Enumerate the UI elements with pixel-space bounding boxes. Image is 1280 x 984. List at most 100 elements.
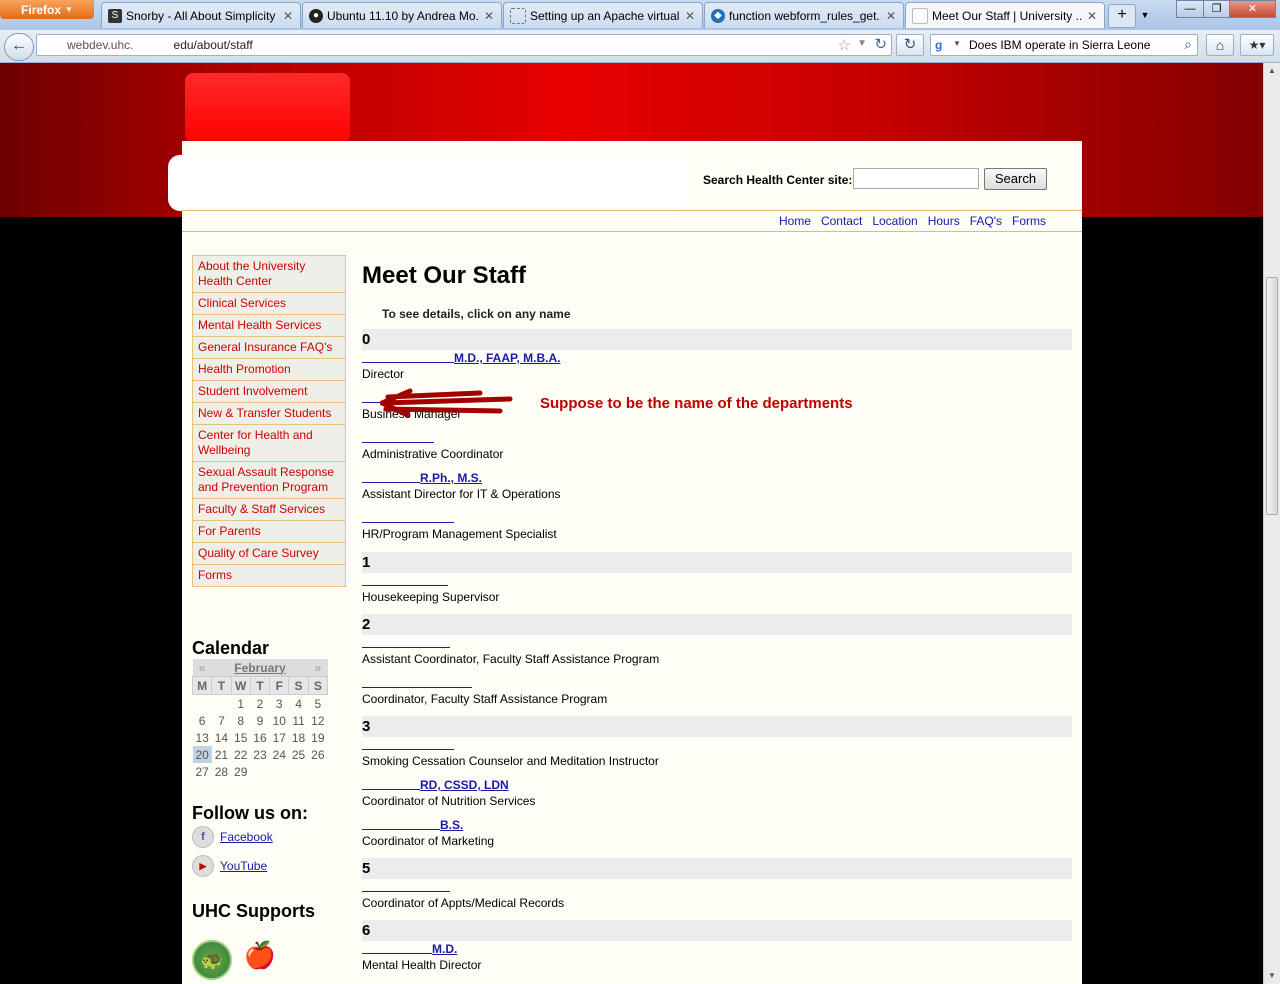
calendar-day[interactable]: 17: [270, 729, 289, 746]
sidebar-item-center-wellbeing[interactable]: Center for Health and Wellbeing: [193, 425, 345, 462]
maximize-button[interactable]: ❐: [1203, 0, 1230, 18]
sidebar-item-insurance-faqs[interactable]: General Insurance FAQ's: [193, 337, 345, 359]
sidebar-item-faculty-staff[interactable]: Faculty & Staff Services: [193, 499, 345, 521]
tab-webform[interactable]: ◆ function webform_rules_get... ✕: [704, 2, 904, 28]
window-close-button[interactable]: ✕: [1229, 0, 1276, 18]
calendar-day[interactable]: 26: [308, 746, 327, 763]
calendar-month-link[interactable]: February: [211, 659, 309, 677]
calendar-day[interactable]: 11: [289, 712, 308, 729]
turtle-logo-icon[interactable]: 🐢: [192, 940, 232, 980]
calendar-day[interactable]: 6: [193, 712, 212, 729]
web-search-text[interactable]: Does IBM operate in Sierra Leone: [969, 38, 1150, 52]
nav-home[interactable]: Home: [779, 214, 811, 228]
back-button[interactable]: ←: [4, 33, 34, 61]
calendar-day[interactable]: 2: [250, 695, 269, 713]
site-identity-icon[interactable]: [41, 37, 59, 53]
calendar-day[interactable]: 3: [270, 695, 289, 713]
calendar-day[interactable]: 16: [250, 729, 269, 746]
tab-list-dropdown-icon[interactable]: ▼: [1137, 4, 1153, 26]
nav-location[interactable]: Location: [872, 214, 917, 228]
sidebar-item-clinical-services[interactable]: Clinical Services: [193, 293, 345, 315]
site-search-input[interactable]: [853, 168, 979, 189]
staff-name-link[interactable]: [362, 676, 472, 690]
calendar-day[interactable]: 25: [289, 746, 308, 763]
nav-forms[interactable]: Forms: [1012, 214, 1046, 228]
calendar-day[interactable]: 13: [193, 729, 212, 746]
minimize-button[interactable]: —: [1176, 0, 1204, 18]
calendar-day[interactable]: 4: [289, 695, 308, 713]
search-engine-dropdown-icon[interactable]: ▼: [953, 39, 961, 48]
url-reload-icon[interactable]: ↻: [874, 35, 887, 53]
staff-name-link[interactable]: B.S.: [362, 818, 463, 832]
staff-name-link[interactable]: R.Ph., M.S.: [362, 471, 482, 485]
url-bar[interactable]: webdev.uhc. edu/about/staff ☆ ▼ ↻: [36, 34, 892, 56]
staff-name-link[interactable]: RD, CSSD, LDN: [362, 778, 509, 792]
calendar-day[interactable]: 18: [289, 729, 308, 746]
staff-name-link[interactable]: M.D.: [362, 942, 457, 956]
nav-hours[interactable]: Hours: [928, 214, 960, 228]
sidebar-item-sexual-assault[interactable]: Sexual Assault Response and Prevention P…: [193, 462, 345, 499]
calendar-day[interactable]: 27: [193, 763, 212, 780]
calendar-day[interactable]: 8: [231, 712, 250, 729]
sidebar-item-for-parents[interactable]: For Parents: [193, 521, 345, 543]
calendar-day[interactable]: 21: [212, 746, 231, 763]
calendar-day[interactable]: 22: [231, 746, 250, 763]
nav-faqs[interactable]: FAQ's: [970, 214, 1002, 228]
facebook-link[interactable]: Facebook: [220, 830, 273, 844]
tab-snorby[interactable]: S Snorby - All About Simplicity ✕: [101, 2, 301, 28]
calendar-day[interactable]: 24: [270, 746, 289, 763]
web-search-field[interactable]: g ▼ Does IBM operate in Sierra Leone ⌕: [930, 34, 1198, 56]
google-icon[interactable]: g: [935, 38, 951, 52]
sidebar-item-student-involvement[interactable]: Student Involvement: [193, 381, 345, 403]
calendar-day[interactable]: 19: [308, 729, 327, 746]
scroll-up-icon[interactable]: ▲: [1264, 63, 1280, 79]
sidebar-item-about[interactable]: About the University Health Center: [193, 256, 345, 293]
sidebar-item-quality-survey[interactable]: Quality of Care Survey: [193, 543, 345, 565]
close-icon[interactable]: ✕: [885, 9, 897, 23]
calendar-day[interactable]: 20: [192, 746, 212, 763]
calendar-day[interactable]: 7: [212, 712, 231, 729]
calendar-day[interactable]: 29: [231, 763, 250, 780]
calendar-day[interactable]: 9: [250, 712, 269, 729]
home-button[interactable]: ⌂: [1206, 34, 1234, 56]
nav-contact[interactable]: Contact: [821, 214, 862, 228]
staff-name-link[interactable]: [362, 880, 450, 894]
calendar-day[interactable]: 10: [270, 712, 289, 729]
calendar-next-link[interactable]: »: [308, 659, 328, 677]
youtube-icon[interactable]: ▶: [192, 855, 214, 877]
sidebar-item-new-transfer[interactable]: New & Transfer Students: [193, 403, 345, 425]
close-icon[interactable]: ✕: [1086, 9, 1098, 23]
tab-meet-our-staff[interactable]: Meet Our Staff | University ... ✕: [905, 2, 1105, 28]
staff-name-link[interactable]: [362, 636, 450, 650]
sidebar-item-forms[interactable]: Forms: [193, 565, 345, 586]
staff-name-link[interactable]: [362, 738, 454, 752]
youtube-link[interactable]: YouTube: [220, 859, 267, 873]
calendar-prev-link[interactable]: «: [192, 659, 212, 677]
staff-name-link[interactable]: [362, 574, 448, 588]
staff-name-link[interactable]: M.D., FAAP, M.B.A.: [362, 351, 560, 365]
new-tab-button[interactable]: +: [1108, 4, 1136, 28]
firefox-menu-button[interactable]: Firefox ▼: [0, 0, 94, 19]
sidebar-item-health-promotion[interactable]: Health Promotion: [193, 359, 345, 381]
bookmark-star-icon[interactable]: ☆: [838, 36, 851, 54]
calendar-day[interactable]: 1: [231, 695, 250, 713]
calendar-day[interactable]: 12: [308, 712, 327, 729]
url-text[interactable]: webdev.uhc. edu/about/staff: [67, 38, 253, 52]
apple-logo-icon[interactable]: 🍎: [240, 935, 280, 975]
search-icon[interactable]: ⌕: [1184, 36, 1192, 53]
tab-ubuntu[interactable]: ● Ubuntu 11.10 by Andrea Mo... ✕: [302, 2, 502, 28]
scroll-down-icon[interactable]: ▼: [1264, 968, 1280, 984]
tab-apache[interactable]: Setting up an Apache virtual... ✕: [503, 2, 703, 28]
close-icon[interactable]: ✕: [483, 9, 495, 23]
search-button[interactable]: Search: [984, 168, 1047, 190]
close-icon[interactable]: ✕: [282, 9, 294, 23]
reload-button[interactable]: ↻: [896, 34, 924, 56]
url-history-dropdown-icon[interactable]: ▼: [857, 38, 867, 49]
sidebar-item-mental-health[interactable]: Mental Health Services: [193, 315, 345, 337]
close-icon[interactable]: ✕: [684, 9, 696, 23]
calendar-day[interactable]: 23: [250, 746, 269, 763]
bookmarks-menu-button[interactable]: ★▾: [1240, 34, 1274, 56]
vertical-scrollbar[interactable]: ▲ ▼: [1263, 63, 1280, 984]
staff-name-link[interactable]: [362, 511, 454, 525]
calendar-day[interactable]: 14: [212, 729, 231, 746]
